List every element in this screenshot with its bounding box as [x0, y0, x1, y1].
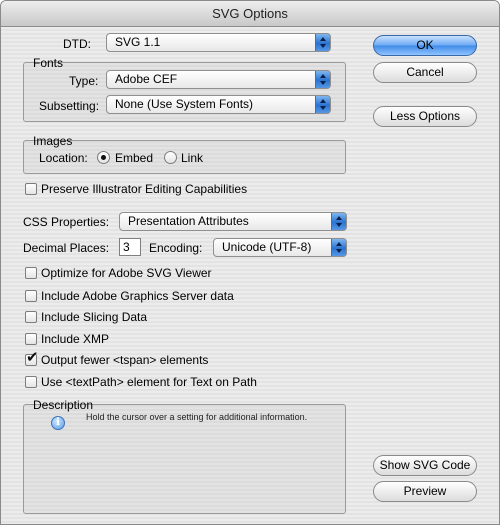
- include-graphics-server-label[interactable]: Include Adobe Graphics Server data: [41, 289, 234, 303]
- show-svg-code-button[interactable]: Show SVG Code: [373, 455, 477, 476]
- optimize-svg-viewer-label[interactable]: Optimize for Adobe SVG Viewer: [41, 266, 212, 280]
- font-type-select-arrow-icon: [315, 71, 330, 88]
- css-properties-select-arrow-icon: [331, 213, 346, 230]
- font-type-value: Adobe CEF: [115, 72, 178, 86]
- decimal-places-field[interactable]: 3: [119, 238, 141, 256]
- option-checkbox[interactable]: [25, 333, 37, 345]
- link-label[interactable]: Link: [181, 151, 203, 165]
- include-xmp-label[interactable]: Include XMP: [41, 332, 109, 346]
- dialog-title: SVG Options: [212, 6, 288, 21]
- font-type-label: Type:: [69, 74, 99, 88]
- preserve-editing-label[interactable]: Preserve Illustrator Editing Capabilitie…: [41, 182, 247, 196]
- title-bar[interactable]: SVG Options: [1, 1, 499, 27]
- embed-label[interactable]: Embed: [115, 151, 153, 165]
- cancel-button[interactable]: Cancel: [373, 62, 477, 83]
- fonts-group-title: Fonts: [33, 56, 64, 70]
- info-icon: i: [51, 416, 65, 430]
- include-slicing-label[interactable]: Include Slicing Data: [41, 310, 147, 324]
- checkmark-icon: ✔: [26, 349, 39, 366]
- subsetting-value: None (Use System Fonts): [115, 97, 254, 111]
- dtd-label: DTD:: [63, 37, 91, 51]
- dtd-select-arrow-icon: [315, 34, 330, 51]
- css-properties-label: CSS Properties:: [23, 215, 110, 229]
- less-options-button[interactable]: Less Options: [373, 106, 477, 127]
- option-checkbox[interactable]: [25, 290, 37, 302]
- ok-button[interactable]: OK: [373, 35, 477, 56]
- css-properties-value: Presentation Attributes: [128, 214, 249, 228]
- images-group-title: Images: [33, 134, 73, 148]
- option-checkbox-checked[interactable]: ✔: [25, 350, 39, 366]
- css-properties-select[interactable]: Presentation Attributes: [119, 212, 347, 231]
- encoding-label: Encoding:: [149, 241, 203, 255]
- subsetting-select[interactable]: None (Use System Fonts): [106, 95, 331, 114]
- location-label: Location:: [39, 151, 88, 165]
- subsetting-select-arrow-icon: [315, 96, 330, 113]
- encoding-select-arrow-icon: [331, 239, 346, 256]
- description-text: Hold the cursor over a setting for addit…: [86, 412, 308, 422]
- dtd-value: SVG 1.1: [115, 35, 161, 49]
- preview-button[interactable]: Preview: [373, 481, 477, 502]
- description-group-title: Description: [33, 398, 94, 412]
- encoding-value: Unicode (UTF-8): [222, 240, 312, 254]
- subsetting-label: Subsetting:: [39, 99, 100, 113]
- link-radio[interactable]: [164, 151, 177, 164]
- output-fewer-tspan-label[interactable]: Output fewer <tspan> elements: [41, 353, 208, 367]
- encoding-select[interactable]: Unicode (UTF-8): [213, 238, 347, 257]
- option-checkbox[interactable]: [25, 376, 37, 388]
- option-checkbox[interactable]: [25, 311, 37, 323]
- dtd-select[interactable]: SVG 1.1: [106, 33, 331, 52]
- svg-options-dialog: SVG Options DTD: SVG 1.1 Fonts Type: Ado…: [0, 0, 500, 525]
- preserve-editing-checkbox[interactable]: [25, 183, 37, 195]
- option-checkbox[interactable]: [25, 267, 37, 279]
- embed-radio[interactable]: [97, 151, 110, 164]
- use-textpath-label[interactable]: Use <textPath> element for Text on Path: [41, 375, 257, 389]
- font-type-select[interactable]: Adobe CEF: [106, 70, 331, 89]
- decimal-places-label: Decimal Places:: [23, 241, 110, 255]
